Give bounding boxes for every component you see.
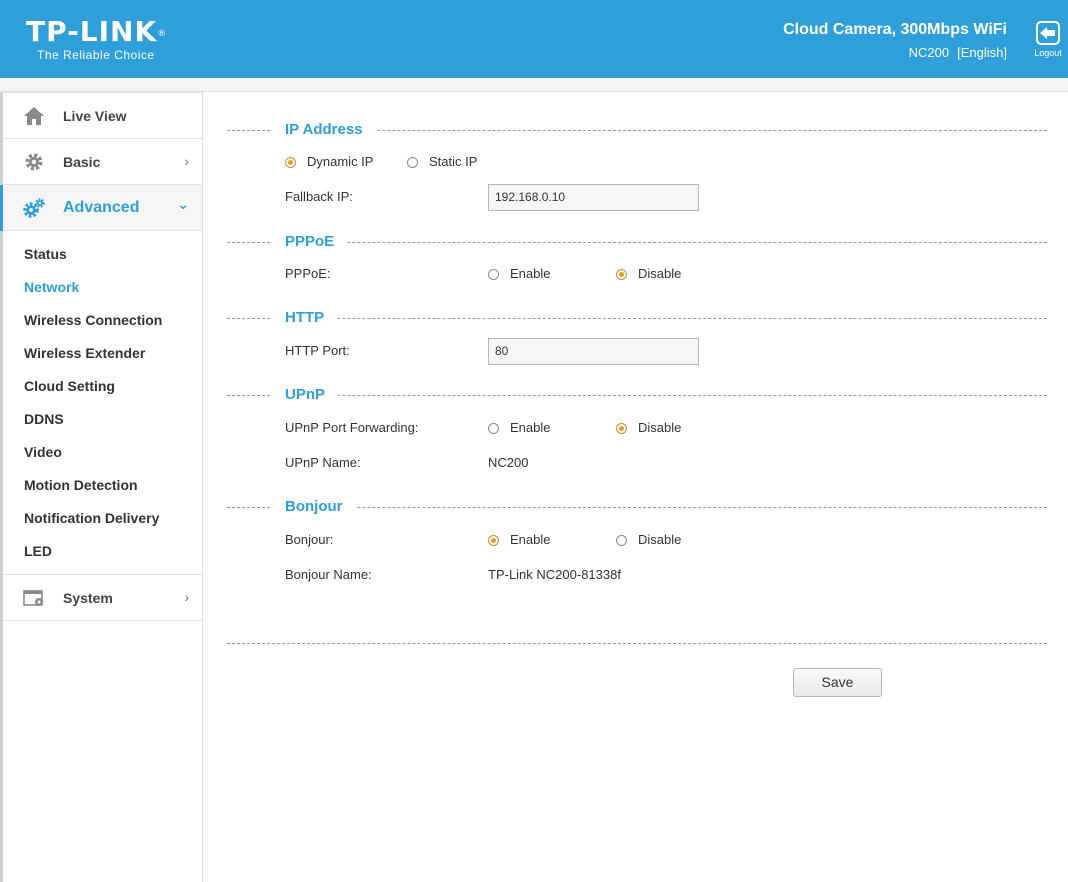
sidebar-item-advanced[interactable]: Advanced ⌄ [0,185,202,231]
radio-dot [616,422,627,434]
submenu-item-ddns[interactable]: DDNS [3,403,202,436]
sidebar-item-label: Live View [63,107,127,124]
upnp-enable-radio[interactable]: Enable [488,420,550,436]
submenu-item-video[interactable]: Video [3,436,202,469]
pppoe-label: PPPoE: [285,266,331,281]
logo-registered-mark: ® [157,29,168,39]
http-port-label: HTTP Port: [285,343,350,358]
advanced-submenu: Status Network Wireless Connection Wirel… [3,231,202,575]
fallback-ip-label: Fallback IP: [285,189,353,204]
chevron-right-icon: › [184,153,189,169]
section-upnp-header: UPnP [227,385,1047,405]
upnp-name-label: UPnP Name: [285,455,361,470]
bonjour-name-value: TP-Link NC200-81338f [488,567,621,582]
sidebar-item-system[interactable]: System › [3,575,202,621]
fallback-ip-input[interactable]: 192.168.0.10 [488,184,699,211]
section-http-header: HTTP [227,308,1047,328]
divider [227,395,1047,396]
static-ip-radio[interactable]: Static IP [407,154,477,170]
bonjour-label: Bonjour: [285,532,334,547]
gears-icon [22,196,46,220]
radio-label: Enable [510,420,551,435]
section-ip-address-header: IP Address [227,120,1047,140]
submenu-item-network[interactable]: Network [3,271,202,304]
submenu-item-notification-delivery[interactable]: Notification Delivery [3,502,202,535]
upnp-port-forwarding-label: UPnP Port Forwarding: [285,420,419,435]
bonjour-disable-radio[interactable]: Disable [616,532,681,548]
upnp-disable-radio[interactable]: Disable [616,420,681,436]
radio-label: Dynamic IP [307,154,374,169]
section-pppoe-header: PPPoE [227,232,1047,252]
submenu-item-status[interactable]: Status [3,238,202,271]
sidebar-item-label: Basic [63,153,101,170]
http-port-input[interactable]: 80 [488,338,699,365]
sidebar-item-label: Advanced [63,198,140,216]
logo-tagline: The Reliable Choice [37,48,155,62]
radio-label: Disable [638,266,682,281]
radio-label: Static IP [429,154,478,169]
logout-label: Logout [1034,48,1062,58]
radio-label: Disable [638,532,682,547]
bottom-divider [227,643,1047,644]
divider [227,318,1047,319]
radio-label: Disable [638,420,682,435]
submenu-item-led[interactable]: LED [3,535,202,568]
model-name: NC200 [908,45,950,60]
logout-icon [1036,21,1060,45]
language-selector[interactable]: [English] [957,45,1007,60]
section-bonjour-header: Bonjour [227,497,1047,517]
bonjour-name-label: Bonjour Name: [285,567,372,582]
section-title: IP Address [272,120,376,140]
product-info: Cloud Camera, 300Mbps WiFi NC200 [English… [783,20,1007,60]
system-icon [22,586,46,610]
chevron-down-icon: ⌄ [177,196,189,212]
top-header: TP-LINK® The Reliable Choice Cloud Camer… [0,0,1068,78]
sidebar-item-live-view[interactable]: Live View [3,93,202,139]
divider [227,242,1047,243]
section-title: Bonjour [272,497,356,517]
radio-dot [488,422,499,434]
radio-dot [488,534,499,546]
section-title: PPPoE [272,232,348,252]
bonjour-enable-radio[interactable]: Enable [488,532,550,548]
gear-icon [22,150,46,174]
radio-label: Enable [510,266,551,281]
logout-button[interactable]: Logout [1031,20,1065,58]
submenu-item-wireless-extender[interactable]: Wireless Extender [3,337,202,370]
logo-wordmark: TP-LINK [26,15,158,48]
header-divider-strip [0,78,1068,92]
upnp-name-value: NC200 [488,455,529,470]
radio-dot [285,156,296,168]
tp-link-logo: TP-LINK® The Reliable Choice [26,15,168,62]
chevron-right-icon: › [184,589,189,605]
product-title: Cloud Camera, 300Mbps WiFi [783,21,1007,38]
sidebar-item-label: System [63,589,113,606]
submenu-item-motion-detection[interactable]: Motion Detection [3,469,202,502]
radio-dot [488,268,499,280]
pppoe-enable-radio[interactable]: Enable [488,266,550,282]
radio-dot [616,268,627,280]
pppoe-disable-radio[interactable]: Disable [616,266,681,282]
section-title: HTTP [272,308,338,328]
radio-dot [407,156,418,168]
sidebar-item-basic[interactable]: Basic › [3,139,202,185]
submenu-item-wireless-connection[interactable]: Wireless Connection [3,304,202,337]
save-button[interactable]: Save [793,668,882,697]
submenu-item-cloud-setting[interactable]: Cloud Setting [3,370,202,403]
dynamic-ip-radio[interactable]: Dynamic IP [285,154,373,170]
sidebar-nav: Live View Basic › Advanced ⌄ Status Netw… [0,92,203,882]
home-icon [22,104,46,128]
section-title: UPnP [272,385,339,405]
radio-label: Enable [510,532,551,547]
radio-dot [616,534,627,546]
